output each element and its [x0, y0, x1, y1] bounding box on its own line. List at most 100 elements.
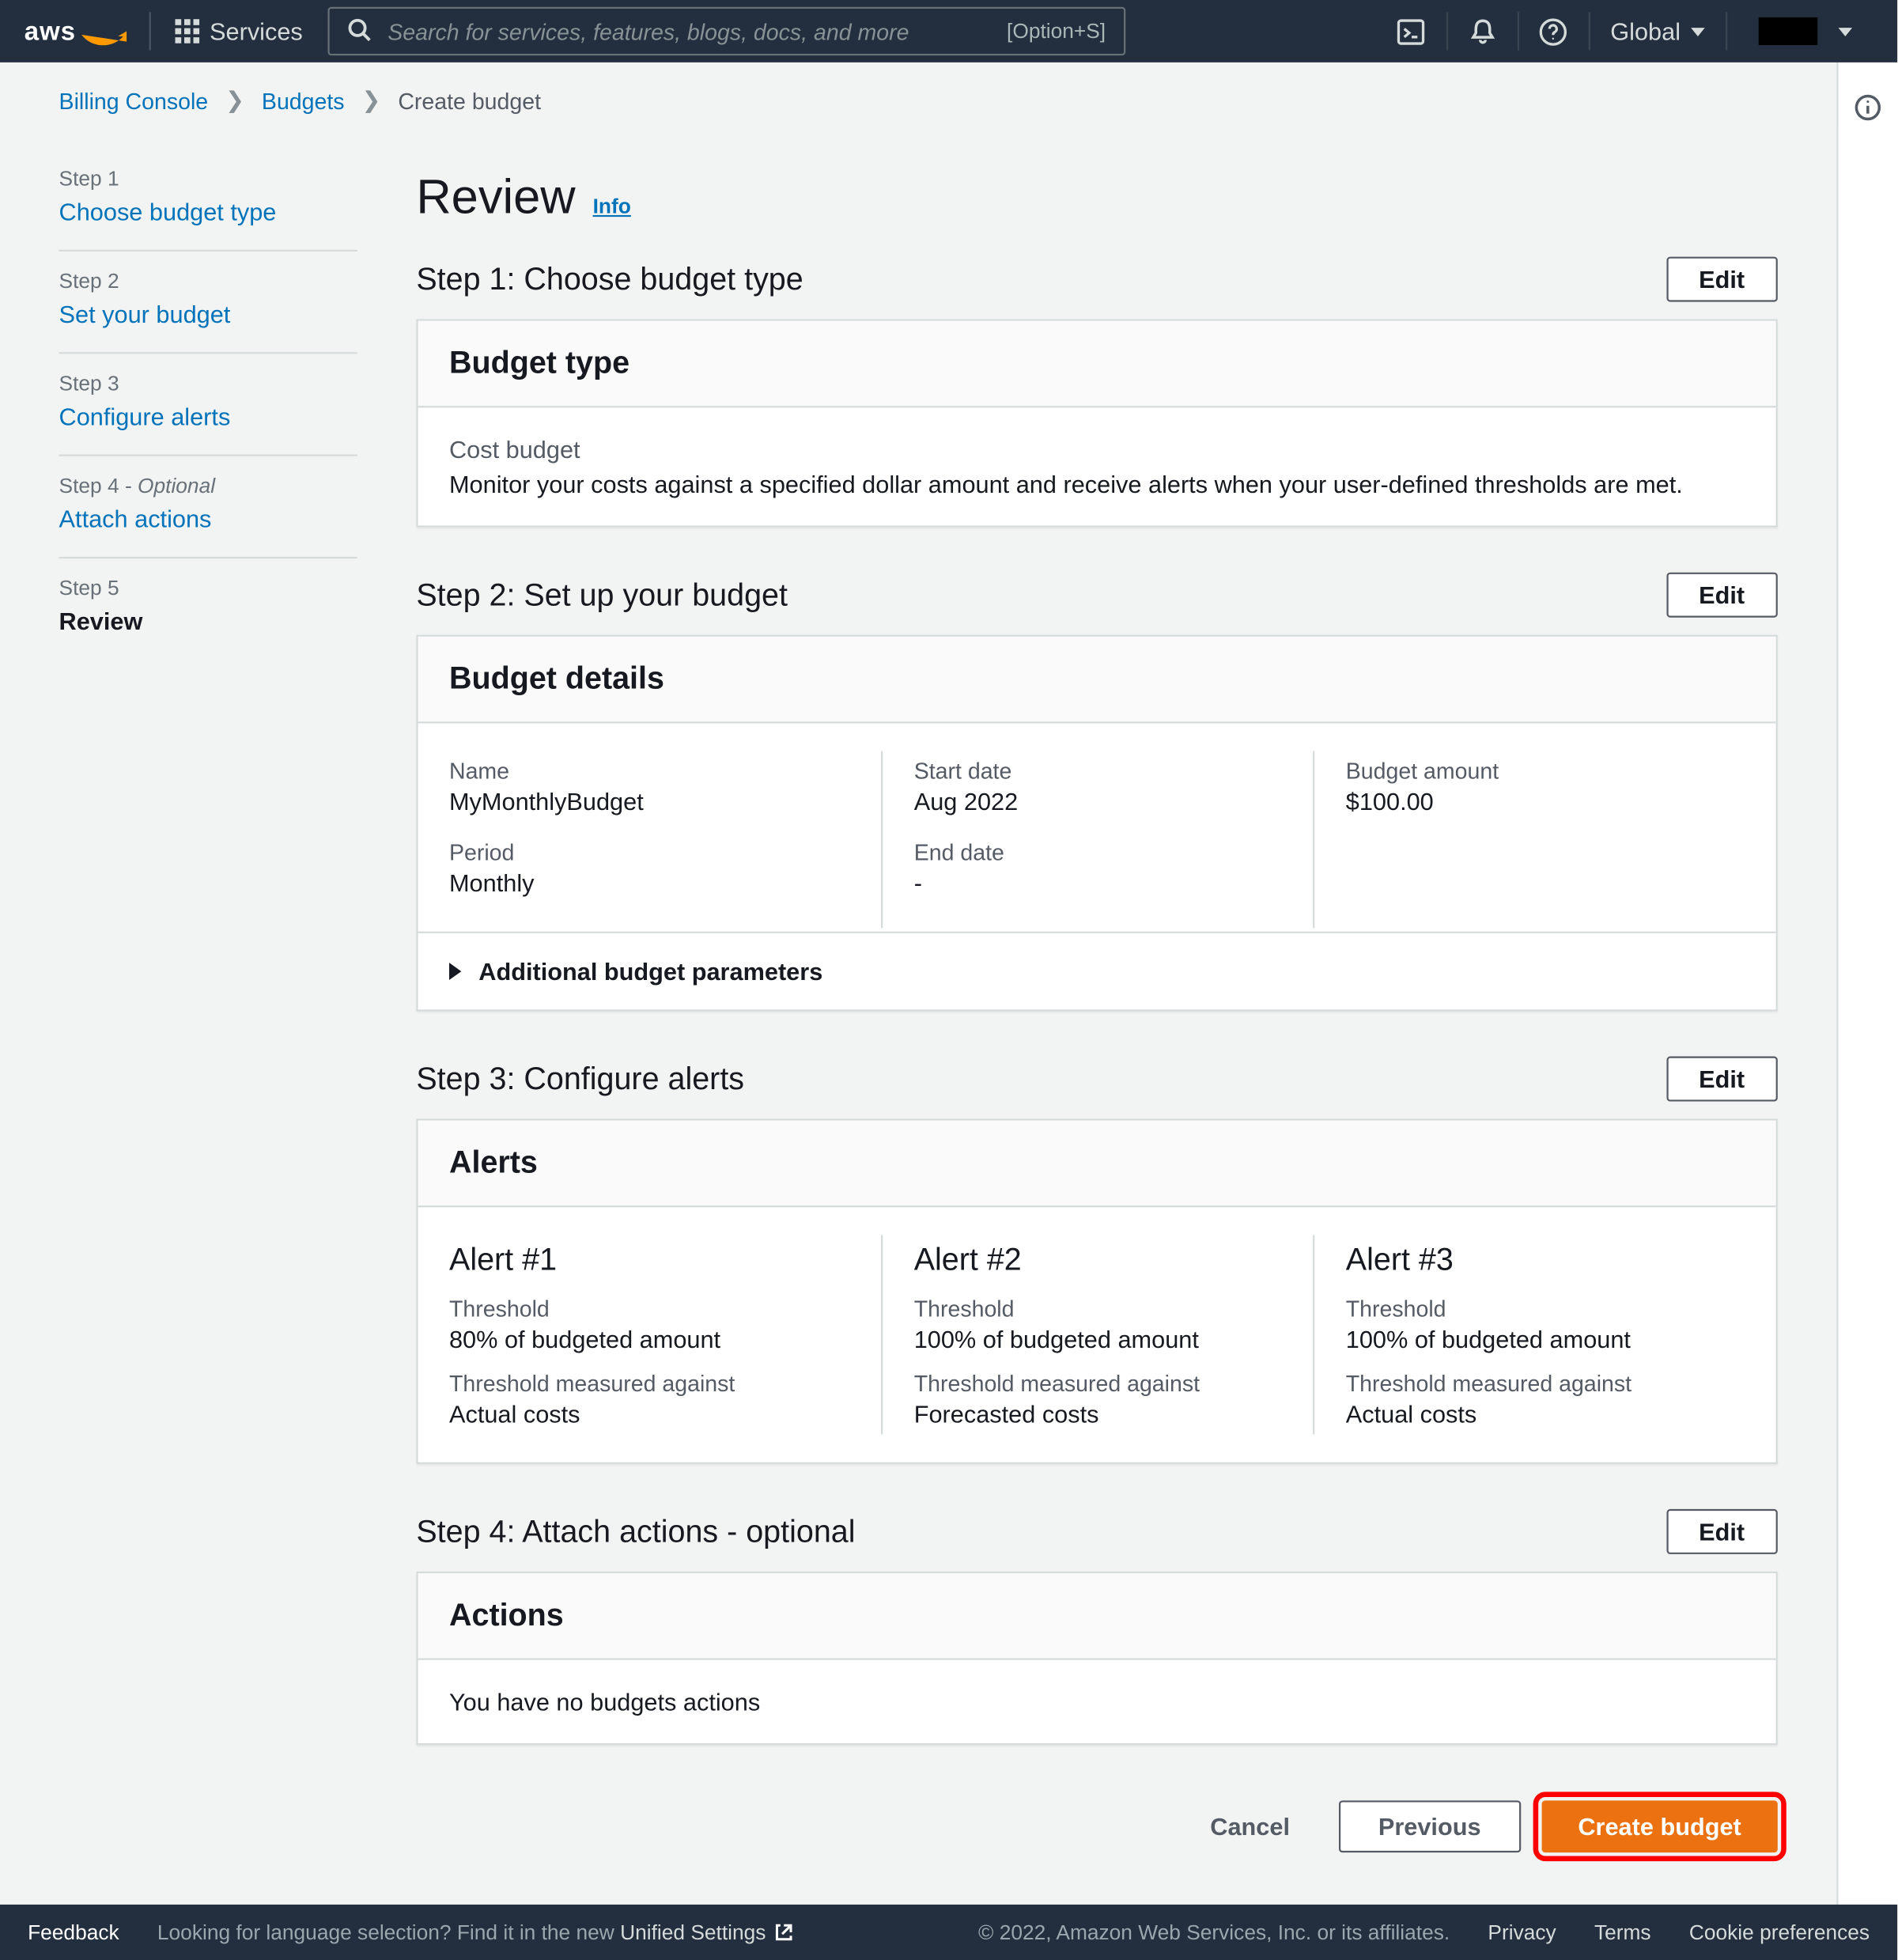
breadcrumb-current: Create budget: [398, 88, 541, 114]
language-hint: Looking for language selection? Find it …: [157, 1920, 794, 1945]
breadcrumb: Billing Console ❯ Budgets ❯ Create budge…: [0, 62, 1836, 128]
breadcrumb-billing[interactable]: Billing Console: [59, 88, 209, 114]
alert-measured-label: Threshold measured against: [914, 1370, 1282, 1396]
alert-2: Alert #2 Threshold 100% of budgeted amou…: [881, 1235, 1313, 1434]
cloudshell-icon[interactable]: [1376, 0, 1446, 62]
sidebar-step-name: Set your budget: [59, 300, 357, 327]
detail-label-end: End date: [914, 839, 1282, 865]
sidebar-step-label: Step 5: [59, 576, 357, 600]
detail-value-period: Monthly: [449, 869, 850, 897]
detail-label-amount: Budget amount: [1346, 758, 1714, 784]
sidebar-step-1[interactable]: Step 1 Choose budget type: [59, 149, 357, 252]
sidebar-step-label: Step 4 - Optional: [59, 474, 357, 498]
alert-title: Alert #1: [449, 1242, 850, 1278]
section-3-title: Step 3: Configure alerts: [416, 1061, 744, 1097]
alert-measured-value: Actual costs: [1346, 1400, 1714, 1428]
help-icon[interactable]: [1518, 0, 1588, 62]
alert-3: Alert #3 Threshold 100% of budgeted amou…: [1313, 1235, 1745, 1434]
sidebar-step-name: Choose budget type: [59, 198, 357, 225]
services-menu[interactable]: Services: [175, 17, 303, 45]
privacy-link[interactable]: Privacy: [1488, 1920, 1556, 1945]
budget-type-desc: Monitor your costs against a specified d…: [449, 470, 1745, 498]
detail-value-start: Aug 2022: [914, 788, 1282, 815]
nav-right: Global: [1376, 0, 1873, 62]
region-label: Global: [1610, 17, 1681, 45]
feedback-link[interactable]: Feedback: [28, 1920, 119, 1945]
detail-label-start: Start date: [914, 758, 1282, 784]
chevron-down-icon: [1839, 27, 1853, 36]
help-panel-toggle[interactable]: [1839, 62, 1898, 1905]
actions-empty-text: You have no budgets actions: [449, 1688, 1745, 1716]
card-title: Actions: [449, 1598, 1745, 1634]
alert-threshold-label: Threshold: [449, 1296, 850, 1322]
chevron-right-icon: ❯: [225, 87, 244, 115]
edit-step-1-button[interactable]: Edit: [1665, 257, 1777, 302]
search-icon: [346, 17, 371, 46]
info-link[interactable]: Info: [593, 195, 631, 219]
footer-bar: Feedback Looking for language selection?…: [0, 1905, 1897, 1960]
create-budget-button[interactable]: Create budget: [1541, 1800, 1778, 1852]
edit-step-4-button[interactable]: Edit: [1665, 1509, 1777, 1554]
wizard-sidebar: Step 1 Choose budget type Step 2 Set you…: [0, 128, 416, 1905]
alert-threshold-value: 100% of budgeted amount: [914, 1325, 1282, 1353]
sidebar-step-label: Step 3: [59, 371, 357, 395]
search-box[interactable]: [Option+S]: [327, 7, 1125, 55]
section-1-header: Step 1: Choose budget type Edit: [416, 257, 1778, 302]
actions-card: Actions You have no budgets actions: [416, 1572, 1778, 1745]
expander-label: Additional budget parameters: [478, 958, 822, 986]
section-4-header: Step 4: Attach actions - optional Edit: [416, 1509, 1778, 1554]
account-selector[interactable]: [1727, 17, 1873, 45]
previous-button[interactable]: Previous: [1338, 1800, 1521, 1852]
account-name-redacted: [1759, 17, 1818, 45]
page-title: Review Info: [416, 170, 1778, 225]
alert-measured-value: Actual costs: [449, 1400, 850, 1428]
detail-label-name: Name: [449, 758, 850, 784]
cookie-link[interactable]: Cookie preferences: [1689, 1920, 1870, 1945]
section-2-header: Step 2: Set up your budget Edit: [416, 573, 1778, 618]
sidebar-step-5: Step 5 Review: [59, 558, 357, 659]
main-content: Review Info Step 1: Choose budget type E…: [416, 128, 1836, 1905]
budget-type-card: Budget type Cost budget Monitor your cos…: [416, 320, 1778, 528]
alert-threshold-label: Threshold: [914, 1296, 1282, 1322]
sidebar-step-name: Review: [59, 607, 357, 635]
chevron-right-icon: ❯: [361, 87, 380, 115]
additional-params-expander[interactable]: Additional budget parameters: [418, 932, 1776, 1010]
breadcrumb-budgets[interactable]: Budgets: [262, 88, 345, 114]
top-nav: aws Services [Option+S] Global: [0, 0, 1897, 62]
copyright: © 2022, Amazon Web Services, Inc. or its…: [978, 1920, 1450, 1945]
aws-logo[interactable]: aws: [25, 17, 125, 46]
cancel-button[interactable]: Cancel: [1182, 1803, 1318, 1851]
edit-step-2-button[interactable]: Edit: [1665, 573, 1777, 618]
sidebar-step-3[interactable]: Step 3 Configure alerts: [59, 354, 357, 456]
alerts-card: Alerts Alert #1 Threshold 80% of budgete…: [416, 1118, 1778, 1463]
detail-value-end: -: [914, 869, 1282, 897]
region-selector[interactable]: Global: [1590, 17, 1726, 45]
grid-icon: [175, 19, 199, 44]
sidebar-step-4[interactable]: Step 4 - Optional Attach actions: [59, 456, 357, 558]
search-input[interactable]: [384, 17, 993, 46]
terms-link[interactable]: Terms: [1594, 1920, 1651, 1945]
section-4-title: Step 4: Attach actions - optional: [416, 1513, 855, 1549]
alert-threshold-label: Threshold: [1346, 1296, 1714, 1322]
alert-title: Alert #2: [914, 1242, 1282, 1278]
sidebar-step-2[interactable]: Step 2 Set your budget: [59, 252, 357, 354]
sidebar-step-label: Step 1: [59, 167, 357, 191]
section-2-title: Step 2: Set up your budget: [416, 577, 788, 613]
budget-type-name: Cost budget: [449, 435, 1745, 463]
detail-label-period: Period: [449, 839, 850, 865]
alert-measured-value: Forecasted costs: [914, 1400, 1282, 1428]
card-title: Budget type: [449, 345, 1745, 381]
edit-step-3-button[interactable]: Edit: [1665, 1057, 1777, 1102]
alert-title: Alert #3: [1346, 1242, 1714, 1278]
alert-threshold-value: 100% of budgeted amount: [1346, 1325, 1714, 1353]
sidebar-step-name: Attach actions: [59, 505, 357, 532]
aws-logo-text: aws: [25, 17, 76, 46]
unified-settings-link[interactable]: Unified Settings: [620, 1920, 793, 1945]
triangle-right-icon: [449, 963, 461, 980]
section-1-title: Step 1: Choose budget type: [416, 261, 803, 297]
search-shortcut: [Option+S]: [1007, 19, 1106, 44]
chevron-down-icon: [1691, 27, 1705, 36]
detail-value-name: MyMonthlyBudget: [449, 788, 850, 815]
alert-measured-label: Threshold measured against: [449, 1370, 850, 1396]
notifications-icon[interactable]: [1447, 0, 1517, 62]
